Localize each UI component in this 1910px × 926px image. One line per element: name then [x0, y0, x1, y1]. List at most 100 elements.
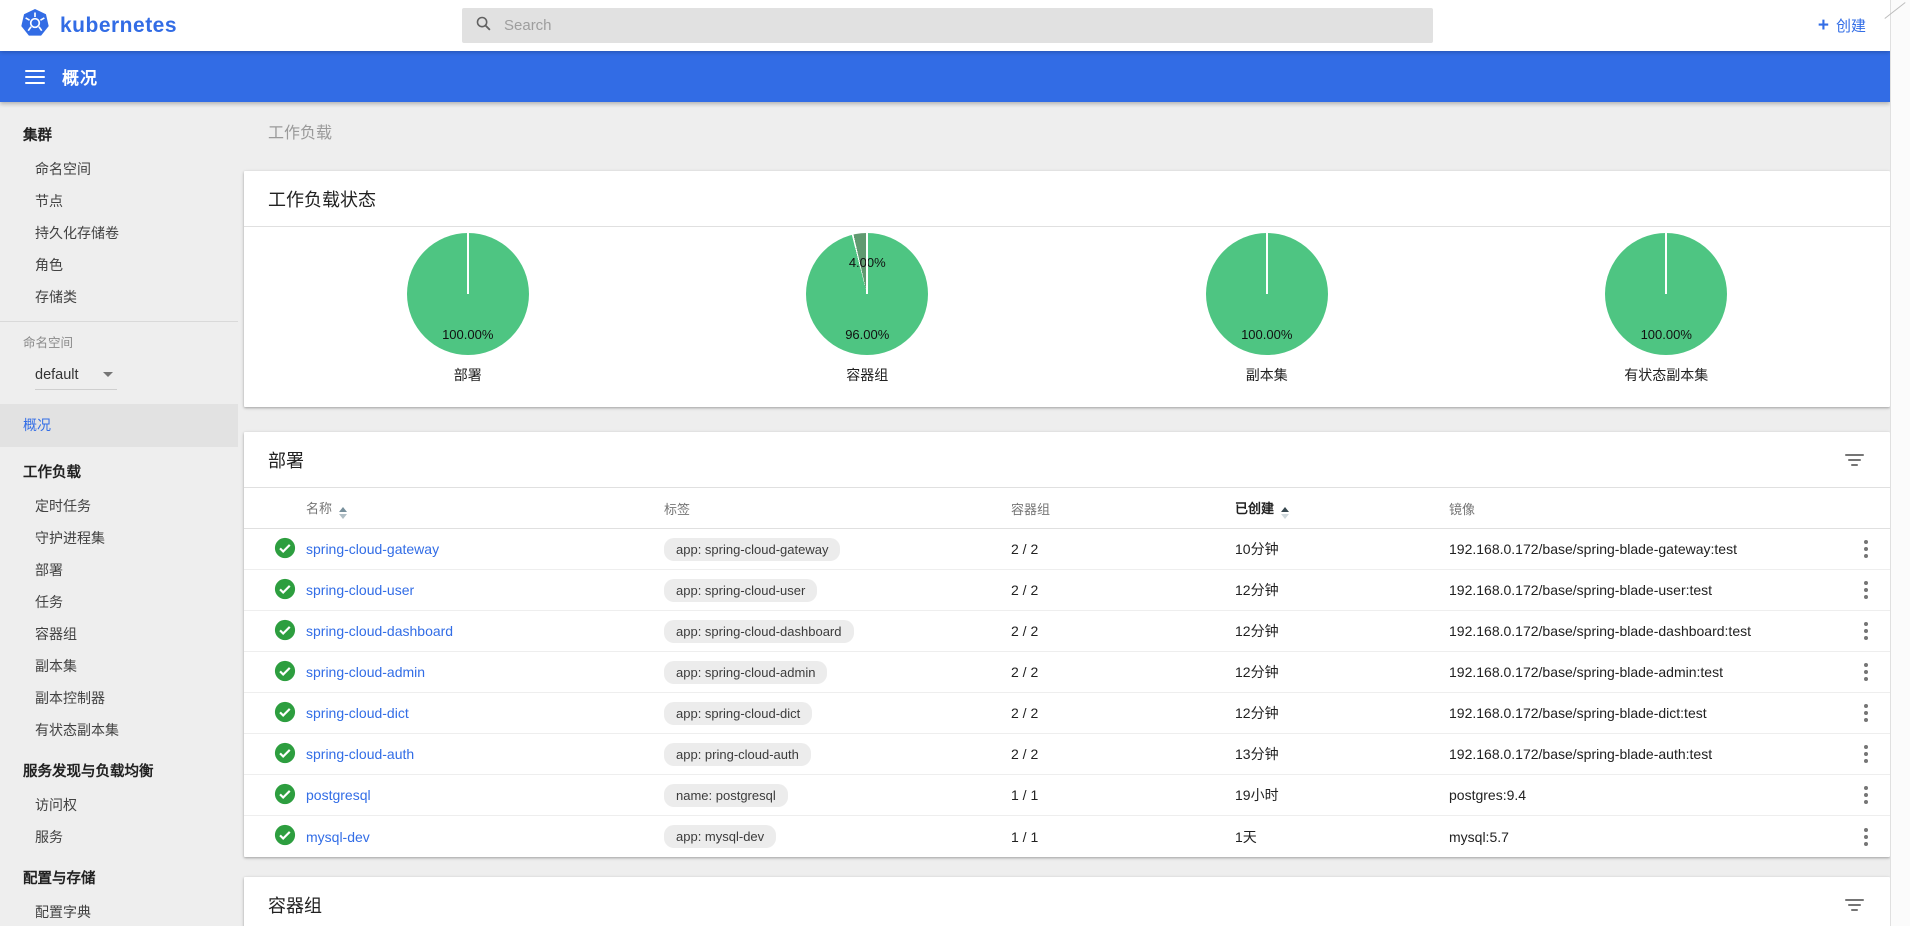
- pie-chart-cell: 100.00% 有状态副本集: [1467, 233, 1867, 385]
- column-header-images[interactable]: 镜像: [1449, 499, 1842, 518]
- deployments-title: 部署: [268, 447, 304, 473]
- sidebar-item[interactable]: 任务: [0, 586, 238, 618]
- pie-chart: 100.00%: [1605, 233, 1727, 355]
- sidebar-item[interactable]: 副本集: [0, 650, 238, 682]
- sort-icon: [339, 507, 347, 519]
- row-menu-icon[interactable]: [1842, 704, 1890, 722]
- pie-chart: 4.00%96.00%: [806, 233, 928, 355]
- row-image-cell: 192.168.0.172/base/spring-blade-dashboar…: [1449, 623, 1842, 639]
- sidebar-section-header: 工作负载: [0, 457, 238, 490]
- page-title: 工作负载: [268, 122, 1890, 146]
- pie-chart: 100.00%: [1206, 233, 1328, 355]
- pie-percentage-label: 100.00%: [1605, 327, 1727, 342]
- table-row[interactable]: mysql-devapp: mysql-dev1 / 11天mysql:5.7: [244, 816, 1890, 857]
- pie-caption: 有状态副本集: [1467, 365, 1867, 385]
- sidebar-item[interactable]: 角色: [0, 249, 238, 281]
- row-status-cell: [244, 783, 306, 808]
- row-name-cell: spring-cloud-dashboard: [306, 623, 664, 639]
- filter-icon[interactable]: [1842, 450, 1866, 470]
- deployment-name-link[interactable]: postgresql: [306, 787, 371, 803]
- row-menu-icon[interactable]: [1842, 828, 1890, 846]
- sidebar-item[interactable]: 配置字典: [0, 896, 238, 926]
- deployment-name-link[interactable]: spring-cloud-admin: [306, 664, 425, 680]
- row-label-cell: name: postgresql: [664, 784, 1011, 807]
- sidebar-item[interactable]: 容器组: [0, 618, 238, 650]
- row-image-cell: 192.168.0.172/base/spring-blade-dict:tes…: [1449, 705, 1842, 721]
- table-row[interactable]: spring-cloud-gatewayapp: spring-cloud-ga…: [244, 529, 1890, 570]
- chevron-down-icon: [103, 372, 113, 377]
- row-menu-icon[interactable]: [1842, 540, 1890, 558]
- sidebar-item[interactable]: 节点: [0, 185, 238, 217]
- row-pods-cell: 2 / 2: [1011, 705, 1235, 721]
- row-menu-icon[interactable]: [1842, 663, 1890, 681]
- column-header-labels[interactable]: 标签: [664, 499, 1011, 518]
- table-row[interactable]: spring-cloud-authapp: pring-cloud-auth2 …: [244, 734, 1890, 775]
- sidebar-group-cluster: 集群命名空间节点持久化存储卷角色存储类: [0, 120, 238, 313]
- menu-icon[interactable]: [25, 70, 45, 84]
- row-label-cell: app: spring-cloud-admin: [664, 661, 1011, 684]
- filter-icon[interactable]: [1842, 895, 1866, 915]
- sidebar-item[interactable]: 副本控制器: [0, 682, 238, 714]
- row-menu-icon[interactable]: [1842, 786, 1890, 804]
- sidebar-item[interactable]: 定时任务: [0, 490, 238, 522]
- sidebar-item[interactable]: 部署: [0, 554, 238, 586]
- table-row[interactable]: postgresqlname: postgresql1 / 119小时postg…: [244, 775, 1890, 816]
- row-status-cell: [244, 701, 306, 726]
- row-status-cell: [244, 660, 306, 685]
- deployment-name-link[interactable]: spring-cloud-dashboard: [306, 623, 453, 639]
- row-name-cell: spring-cloud-admin: [306, 664, 664, 680]
- row-menu-icon[interactable]: [1842, 581, 1890, 599]
- row-menu-icon[interactable]: [1842, 745, 1890, 763]
- row-label-cell: app: spring-cloud-dict: [664, 702, 1011, 725]
- deployment-name-link[interactable]: spring-cloud-auth: [306, 746, 414, 762]
- column-header-name[interactable]: 名称: [306, 498, 664, 519]
- row-pods-cell: 2 / 2: [1011, 623, 1235, 639]
- sidebar-item[interactable]: 有状态副本集: [0, 714, 238, 746]
- row-created-cell: 1天: [1235, 827, 1449, 847]
- column-header-created[interactable]: 已创建: [1235, 498, 1449, 519]
- sidebar-group-discovery: 服务发现与负载均衡访问权服务: [0, 756, 238, 853]
- row-pods-cell: 1 / 1: [1011, 787, 1235, 803]
- deployment-name-link[interactable]: spring-cloud-user: [306, 582, 414, 598]
- row-name-cell: spring-cloud-dict: [306, 705, 664, 721]
- sidebar-section-header: 配置与存储: [0, 863, 238, 896]
- page-header-title: 概况: [62, 64, 98, 89]
- row-menu-icon[interactable]: [1842, 622, 1890, 640]
- deployment-name-link[interactable]: spring-cloud-dict: [306, 705, 409, 721]
- workload-status-charts: 100.00%部署4.00%96.00%容器组100.00%副本集100.00%…: [244, 227, 1890, 407]
- table-row[interactable]: spring-cloud-user app: spring-cloud-user2…: [244, 570, 1890, 611]
- sidebar-item[interactable]: 访问权: [0, 789, 238, 821]
- namespace-select[interactable]: default: [35, 360, 117, 390]
- pie-caption: 副本集: [1067, 365, 1467, 385]
- pie-chart: 100.00%: [407, 233, 529, 355]
- sidebar-item[interactable]: 命名空间: [0, 153, 238, 185]
- content-area: 工作负载 工作负载状态 100.00% 部署 4.00%96.00% 容器组 100.0…: [238, 102, 1890, 926]
- brand[interactable]: kubernetes: [20, 0, 177, 51]
- deployment-name-link[interactable]: mysql-dev: [306, 829, 370, 845]
- sidebar-item[interactable]: 守护进程集: [0, 522, 238, 554]
- sidebar-item-overview[interactable]: 概况: [0, 404, 238, 447]
- workload-status-title: 工作负载状态: [268, 186, 376, 212]
- pie-separator-line: [1266, 233, 1268, 294]
- sidebar-item[interactable]: 存储类: [0, 281, 238, 313]
- table-row[interactable]: spring-cloud-admin app: spring-cloud-admi…: [244, 652, 1890, 693]
- row-pods-cell: 2 / 2: [1011, 582, 1235, 598]
- search-bar[interactable]: [462, 8, 1433, 43]
- row-created-cell: 12分钟: [1235, 621, 1449, 641]
- row-image-cell: postgres:9.4: [1449, 787, 1842, 803]
- row-label-cell: app: spring-cloud-dashboard: [664, 620, 1011, 643]
- sidebar-item[interactable]: 持久化存储卷: [0, 217, 238, 249]
- row-label-cell: app: spring-cloud-user: [664, 579, 1011, 602]
- search-input[interactable]: [504, 17, 1384, 34]
- deployment-name-link[interactable]: spring-cloud-gateway: [306, 541, 439, 557]
- row-image-cell: 192.168.0.172/base/spring-blade-user:tes…: [1449, 582, 1842, 598]
- column-header-pods[interactable]: 容器组: [1011, 499, 1235, 518]
- deployments-card-header: 部署: [244, 432, 1890, 488]
- table-row[interactable]: spring-cloud-dashboard app: spring-cloud-…: [244, 611, 1890, 652]
- row-pods-cell: 2 / 2: [1011, 541, 1235, 557]
- create-button[interactable]: + 创建: [1818, 0, 1866, 51]
- window-edge: [1890, 0, 1910, 926]
- sidebar-divider: [0, 321, 238, 322]
- table-row[interactable]: spring-cloud-dict app: spring-cloud-dict2…: [244, 693, 1890, 734]
- sidebar-item[interactable]: 服务: [0, 821, 238, 853]
